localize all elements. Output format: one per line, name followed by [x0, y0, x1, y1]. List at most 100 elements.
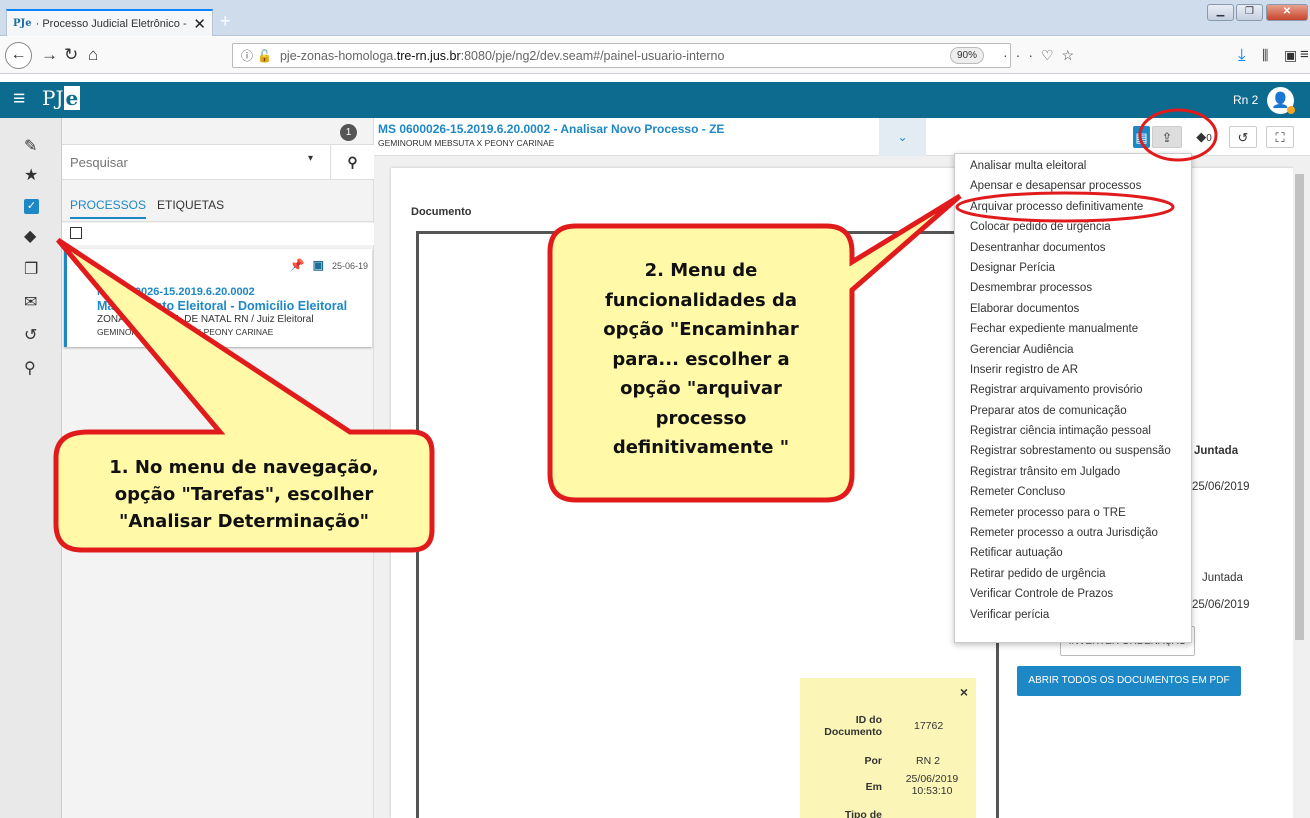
menu-item[interactable]: Preparar atos de comunicação: [955, 401, 1191, 421]
menu-icon[interactable]: ≡: [1300, 44, 1309, 66]
menu-item[interactable]: Apensar e desapensar processos: [955, 176, 1191, 196]
close-window-button[interactable]: ✕: [1266, 4, 1308, 21]
callout-1-line: 1. No menu de navegação,: [109, 457, 379, 478]
menu-item[interactable]: Desentranhar documentos: [955, 238, 1191, 258]
browser-tab[interactable]: PJe · Processo Judicial Eletrônico - ✕: [6, 9, 213, 36]
tasks-checkbox-icon[interactable]: ✓: [24, 199, 39, 214]
search-icon[interactable]: ⚲: [24, 358, 36, 378]
tag-icon: ◆: [1196, 129, 1207, 144]
minimize-button[interactable]: ▁: [1207, 4, 1234, 21]
tags-icon[interactable]: ◆: [24, 226, 36, 246]
juntada-header: Juntada: [1194, 445, 1239, 457]
callout-1-text: 1. No menu de navegação, opção "Tarefas"…: [60, 454, 428, 535]
scrollbar[interactable]: [1293, 158, 1306, 818]
envelope-icon[interactable]: ✉: [24, 292, 37, 312]
count-badge: 1: [340, 124, 357, 141]
sidebar-toggle-icon[interactable]: ▣: [1284, 44, 1297, 66]
search-button[interactable]: ⚲: [330, 145, 374, 179]
new-tab-icon[interactable]: +: [220, 11, 231, 32]
menu-item[interactable]: Verificar perícia: [955, 605, 1191, 625]
document-button[interactable]: ▤: [1133, 126, 1150, 148]
url-bar[interactable]: ⓘ 🔓 pje-zonas-homologa.tre-rn.jus.br:808…: [232, 43, 1074, 68]
menu-item[interactable]: Arquivar processo definitivamente: [955, 197, 1191, 217]
menu-item[interactable]: Gerenciar Audiência: [955, 340, 1191, 360]
menu-item[interactable]: Registrar ciência intimação pessoal: [955, 421, 1191, 441]
menu-item[interactable]: Designar Perícia: [955, 258, 1191, 278]
pencil-icon[interactable]: ✎: [24, 136, 37, 156]
site-info-icon[interactable]: ⓘ: [241, 47, 253, 64]
forward-icon[interactable]: →: [41, 44, 58, 66]
menu-item[interactable]: Registrar sobrestamento ou suspensão: [955, 441, 1191, 461]
menu-item[interactable]: Fechar expediente manualmente: [955, 319, 1191, 339]
callout-2-line: funcionalidades da: [604, 289, 798, 311]
insecure-lock-icon: 🔓: [257, 48, 272, 63]
document-info-box: × ID do Documento 17762 Por RN 2 Em 25/0…: [800, 678, 976, 818]
card-date: 25-06-19: [331, 261, 368, 271]
copy-icon[interactable]: ❐: [24, 259, 38, 279]
history-icon[interactable]: ↺: [24, 325, 37, 345]
tab-processos[interactable]: PROCESSOS: [70, 198, 147, 219]
zoom-indicator[interactable]: 90%: [950, 47, 984, 64]
page-actions-icons[interactable]: ···♡☆: [1003, 47, 1082, 64]
star-icon[interactable]: ★: [24, 165, 38, 185]
document-icon[interactable]: ▣: [313, 258, 324, 272]
document-label: Documento: [411, 206, 472, 218]
juntada-date-1: 25/06/2019: [1192, 481, 1250, 493]
status-dot: [1287, 106, 1295, 114]
tipo-label: Tipo de: [844, 809, 882, 818]
reload-icon[interactable]: ↻: [64, 44, 78, 66]
menu-item[interactable]: Desmembrar processos: [955, 278, 1191, 298]
process-number[interactable]: MS 0600026-15.2019.6.20.0002: [97, 286, 255, 298]
url-text: pje-zonas-homologa.tre-rn.jus.br:8080/pj…: [279, 48, 725, 63]
tab-etiquetas[interactable]: ETIQUETAS: [157, 198, 224, 212]
callout-2-line: processo: [655, 407, 747, 429]
menu-item[interactable]: Elaborar documentos: [955, 299, 1191, 319]
chevron-down-icon[interactable]: ⌄: [879, 118, 926, 156]
menu-item[interactable]: Colocar pedido de urgência: [955, 217, 1191, 237]
process-card[interactable]: 📌 ▣ 25-06-19 MS 0600026-15.2019.6.20.0002 …: [64, 249, 372, 347]
select-all-checkbox[interactable]: [70, 227, 82, 239]
em-label: Em: [865, 781, 882, 793]
avatar[interactable]: 👤: [1267, 87, 1295, 114]
back-icon[interactable]: ←: [5, 42, 32, 69]
pin-icon[interactable]: 📌: [290, 258, 305, 272]
tab-title: · Processo Judicial Eletrônico -: [35, 17, 187, 30]
nav-icon-bar: ✎ ★ ✓ ◆ ❐ ✉ ↺ ⚲: [0, 118, 62, 818]
open-all-pdf-button[interactable]: ABRIR TODOS OS DOCUMENTOS EM PDF: [1017, 666, 1241, 696]
tags-button[interactable]: ◆0: [1186, 126, 1222, 148]
callout-2-line: 2. Menu de: [644, 260, 758, 281]
callout-2-line: opção "arquivar: [620, 378, 782, 399]
download-icon[interactable]: ⤓: [1238, 44, 1246, 66]
pje-logo: PJ e: [42, 86, 81, 110]
history-button[interactable]: ↺: [1229, 126, 1257, 148]
process-class: Mandamento Eleitoral - Domicílio Eleitor…: [97, 299, 348, 313]
maximize-button[interactable]: ❐: [1236, 4, 1263, 21]
browser-tabbar: PJe · Processo Judicial Eletrônico - ✕ +…: [0, 0, 1310, 36]
search-bar: ▾ ⚲: [62, 144, 374, 180]
menu-item[interactable]: Registrar trânsito em Julgado: [955, 462, 1191, 482]
menu-item[interactable]: Retirar pedido de urgência: [955, 564, 1191, 584]
menu-item[interactable]: Remeter processo para o TRE: [955, 503, 1191, 523]
callout-2-line: definitivamente ": [612, 437, 790, 458]
scrollbar-thumb[interactable]: [1295, 174, 1304, 640]
menu-item[interactable]: Analisar multa eleitoral: [955, 156, 1191, 176]
menu-item[interactable]: Inserir registro de AR: [955, 360, 1191, 380]
menu-item[interactable]: Remeter Concluso: [955, 482, 1191, 502]
menu-item[interactable]: Remeter processo a outra Jurisdição: [955, 523, 1191, 543]
hamburger-icon[interactable]: ≡: [13, 87, 25, 111]
process-subtitle: GEMINORUM MEBSUTA X PEONY CARINAE: [378, 138, 555, 148]
menu-item[interactable]: Verificar Controle de Prazos: [955, 584, 1191, 604]
user-name[interactable]: Rn 2: [1233, 93, 1258, 107]
library-icon[interactable]: ⫼: [1262, 44, 1268, 66]
caret-down-icon[interactable]: ▾: [308, 153, 313, 164]
fullscreen-button[interactable]: ⛶: [1266, 126, 1294, 148]
home-icon[interactable]: ⌂: [88, 44, 98, 66]
juntada-date-2: 25/06/2019: [1192, 599, 1250, 611]
encaminhar-button[interactable]: ⇪: [1152, 126, 1182, 148]
search-input[interactable]: [62, 145, 307, 179]
menu-item[interactable]: Retificar autuação: [955, 543, 1191, 563]
tab-close-icon[interactable]: ✕: [193, 15, 206, 33]
menu-item[interactable]: Registrar arquivamento provisório: [955, 380, 1191, 400]
close-icon[interactable]: ×: [960, 684, 968, 700]
process-title[interactable]: MS 0600026-15.2019.6.20.0002 - Analisar …: [378, 122, 724, 136]
